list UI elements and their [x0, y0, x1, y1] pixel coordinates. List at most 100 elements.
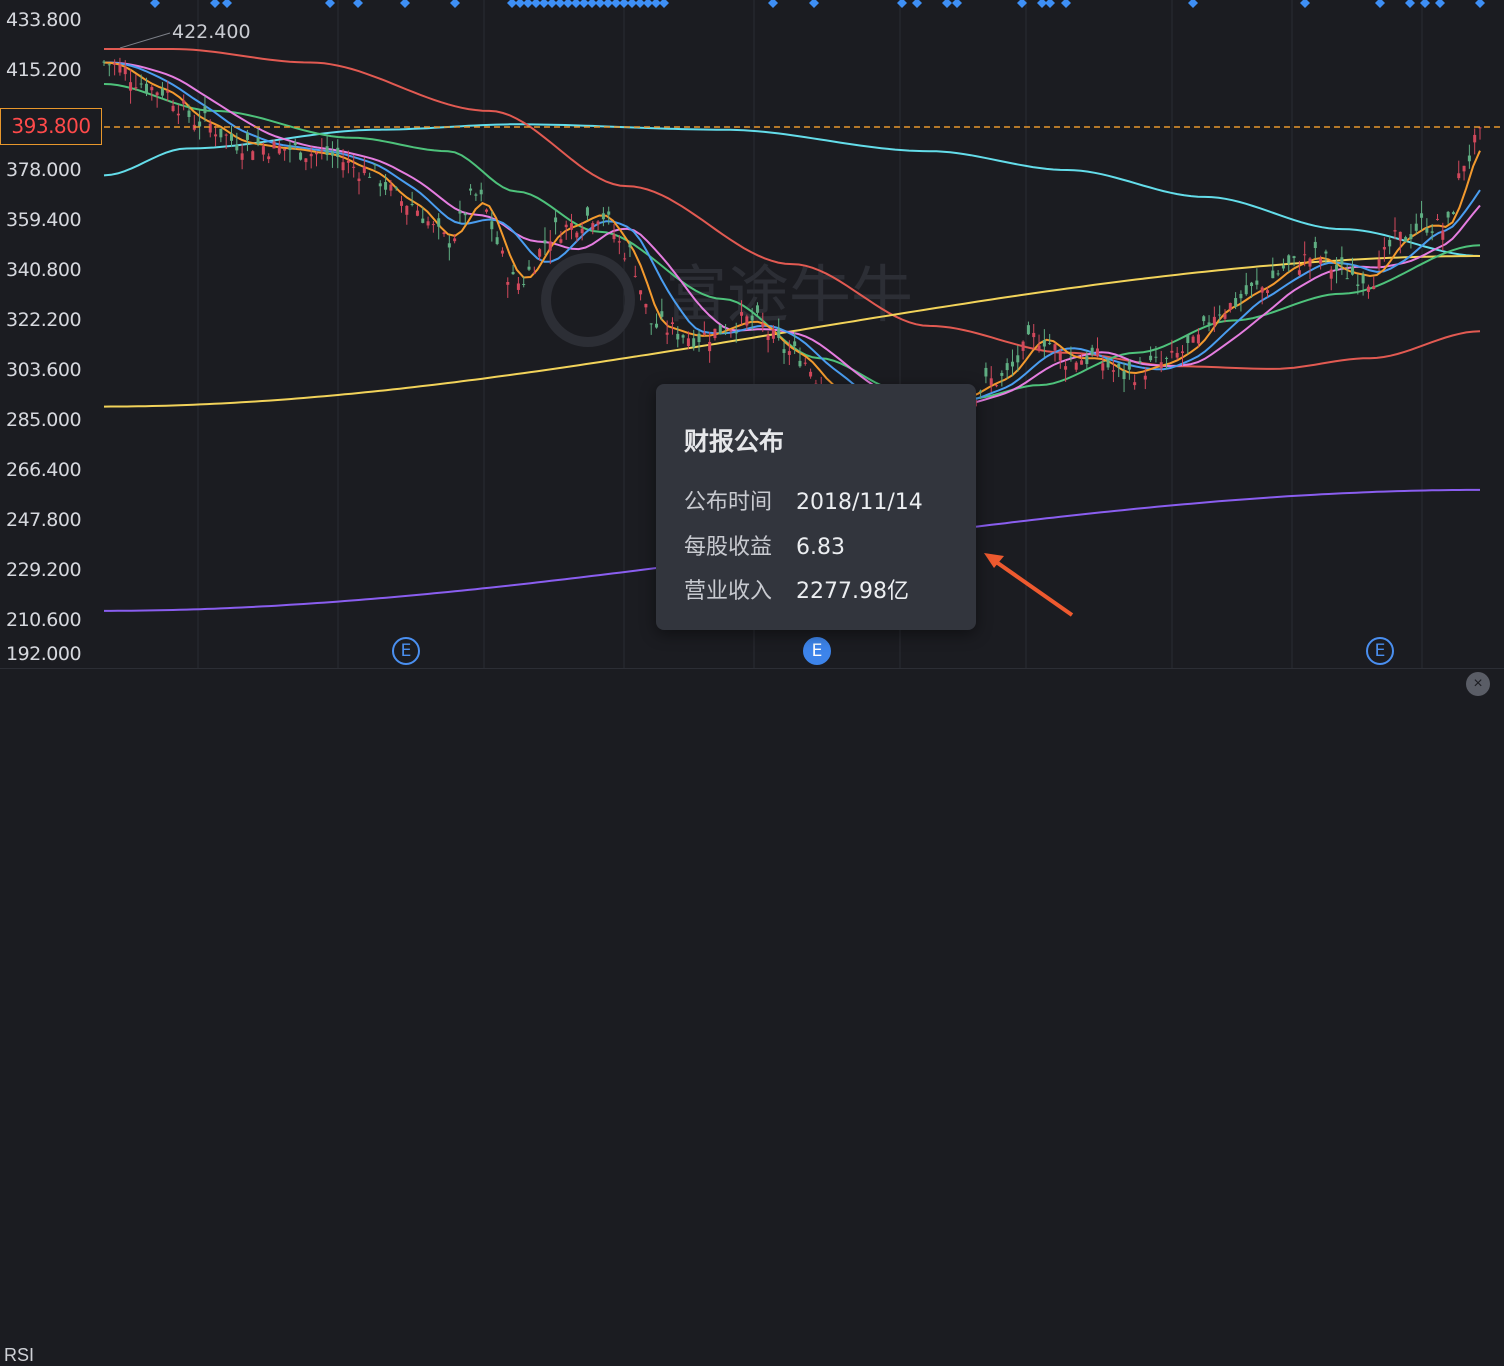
candle-body: [740, 312, 744, 316]
candle-body: [405, 205, 409, 215]
signal-diamond: [1435, 0, 1445, 8]
candle-body: [1149, 355, 1153, 361]
y-tick-label: 210.600: [6, 609, 82, 631]
candle-body: [1032, 332, 1036, 338]
signal-diamond: [1188, 0, 1198, 8]
signal-diamond: [531, 0, 541, 8]
candle-body: [575, 232, 579, 238]
candle-body: [809, 371, 813, 377]
y-tick-label: 229.200: [6, 559, 82, 581]
tooltip-row: 公布时间 2018/11/14: [684, 484, 923, 516]
candle-body: [1366, 286, 1370, 292]
candle-body: [979, 390, 983, 392]
candle-body: [1026, 325, 1030, 335]
tooltip-row: 营业收入 2277.98亿: [684, 573, 909, 605]
candle-body: [543, 240, 547, 244]
candle-body: [989, 378, 993, 385]
candle-body: [1388, 239, 1392, 247]
candle-body: [118, 64, 122, 73]
candle-body: [1037, 345, 1041, 351]
signal-diamond: [325, 0, 335, 8]
candle-body: [325, 146, 329, 156]
candle-body: [235, 144, 239, 151]
indicator-name[interactable]: RSI: [4, 1345, 34, 1366]
candle-body: [1329, 269, 1333, 279]
signal-diamond: [942, 0, 952, 8]
candle-body: [564, 224, 568, 228]
candle-body: [607, 211, 611, 215]
candle-body: [134, 87, 138, 89]
candle-body: [793, 341, 797, 347]
candle-body: [1191, 336, 1195, 343]
candle-body: [384, 182, 388, 190]
candle-body: [1404, 237, 1408, 242]
signal-diamond: [619, 0, 629, 8]
candle-body: [187, 110, 191, 117]
candle-body: [1409, 234, 1413, 240]
candle-body: [107, 64, 111, 66]
candle-body: [394, 187, 398, 189]
candle-body: [267, 156, 271, 160]
signal-diamond: [611, 0, 621, 8]
signal-diamond: [595, 0, 605, 8]
signal-diamond: [768, 0, 778, 8]
candle-body: [761, 323, 765, 328]
candle-body: [585, 207, 589, 216]
candle-body: [283, 148, 287, 151]
signal-diamond: [1375, 0, 1385, 8]
signal-diamond: [603, 0, 613, 8]
signal-diamond: [1061, 0, 1071, 8]
candle-body: [1420, 213, 1424, 218]
candle-body: [1265, 290, 1269, 293]
earnings-marker[interactable]: E: [1366, 637, 1394, 665]
candle-body: [729, 330, 733, 332]
candle-body: [665, 332, 669, 335]
signal-diamond: [515, 0, 525, 8]
tooltip-row-value: 6.83: [796, 535, 845, 560]
signal-diamond: [643, 0, 653, 8]
candle-body: [320, 150, 324, 152]
y-tick-label: 415.200: [6, 59, 82, 81]
candle-body: [1021, 341, 1025, 351]
earnings-marker[interactable]: E: [392, 637, 420, 665]
y-tick-label: 433.800: [6, 9, 82, 31]
candle-body: [1175, 352, 1179, 358]
earnings-marker-selected[interactable]: E: [803, 637, 831, 665]
close-icon[interactable]: ×: [1466, 672, 1490, 696]
candle-body: [155, 92, 159, 96]
candle-body: [330, 151, 334, 156]
candle-body: [1228, 302, 1232, 310]
signal-diamond: [952, 0, 962, 8]
candle-body: [1425, 228, 1429, 233]
candle-body: [198, 121, 202, 127]
candle-body: [686, 338, 690, 347]
candle-body: [798, 360, 802, 367]
candle-body: [309, 153, 313, 157]
y-tick-label: 192.000: [6, 643, 82, 665]
candle-body: [745, 316, 749, 326]
candle-body: [171, 105, 175, 112]
candle-body: [500, 250, 504, 254]
candle-body: [1058, 351, 1062, 361]
candle-body: [1080, 360, 1084, 365]
candle-body: [1271, 270, 1275, 279]
signal-diamond: [222, 0, 232, 8]
y-tick-label: 378.000: [6, 159, 82, 181]
candle-body: [1101, 363, 1105, 371]
candle-body: [506, 282, 510, 285]
candle-body: [1287, 255, 1291, 264]
signal-diamond: [809, 0, 819, 8]
signal-diamond: [1475, 0, 1485, 8]
candle-body: [676, 333, 680, 340]
candle-body: [1446, 211, 1450, 218]
y-tick-label: 285.000: [6, 409, 82, 431]
signal-diamond: [627, 0, 637, 8]
candle-body: [474, 194, 478, 196]
ma-line-cyan: [103, 123, 1481, 257]
candle-body: [1117, 363, 1121, 368]
tooltip-row-value: 2277.98亿: [796, 579, 909, 604]
candle-body: [1398, 231, 1402, 241]
candle-body: [389, 184, 393, 191]
candle-body: [1372, 286, 1376, 290]
candle-body: [182, 100, 186, 104]
